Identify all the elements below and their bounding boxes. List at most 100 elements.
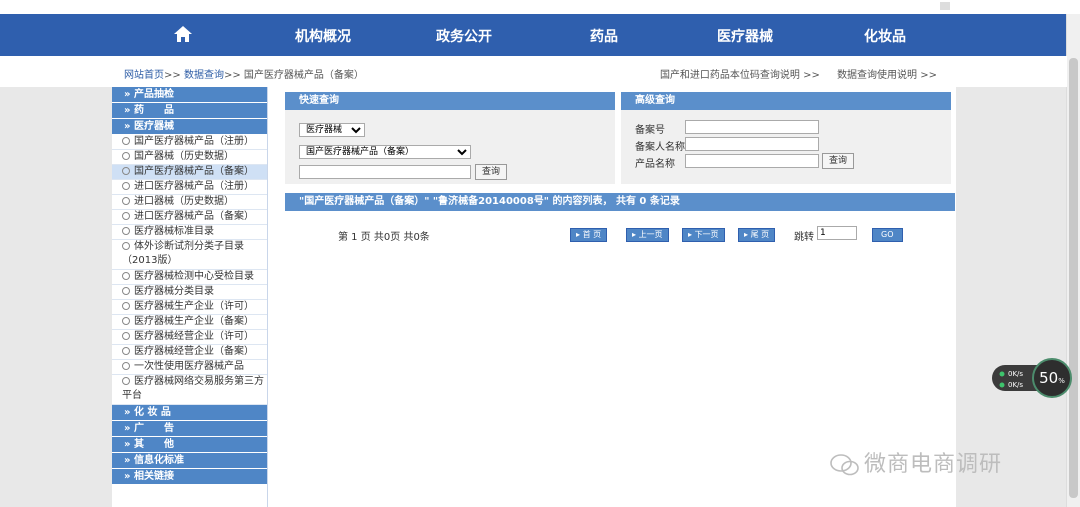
advanced-search-panel: 备案号 备案人名称 产品名称 查询 [621,110,951,184]
bullet-icon [122,242,130,250]
main-area: 快速查询 医疗器械 国产医疗器械产品（备案） 查询 高级查询 备案号 备案人名称… [282,87,956,507]
sidebar-item-label: 医疗器械经营企业（许可） [134,331,254,342]
quick-search-panel: 医疗器械 国产医疗器械产品（备案） 查询 [285,110,615,184]
content-page: » 产品抽检 » 药 品 » 医疗器械 国产医疗器械产品（注册） 国产器械（历史… [112,87,956,507]
bullet-icon [122,347,130,355]
product-name-input[interactable] [685,154,819,168]
quick-search-button[interactable]: 查询 [475,164,508,180]
applicant-name-input[interactable] [685,137,819,151]
jump-label: 跳转 [794,232,814,243]
sidebar-item-label: 进口医疗器械产品（注册） [134,181,254,192]
sidebar-item[interactable]: 医疗器械生产企业（许可） [112,300,267,315]
sidebar-item[interactable]: 国产医疗器械产品（注册） [112,135,267,150]
sidebar-item-label: 国产医疗器械产品（备案） [134,166,254,177]
help-link-usage[interactable]: 数据查询使用说明 >> [837,70,937,81]
first-page-button[interactable]: ▸ 首 页 [570,228,608,242]
advanced-search-title: 高级查询 [621,92,951,110]
nav-item-zhengwu[interactable]: 政务公开 [436,26,492,46]
sidebar-item[interactable]: 进口医疗器械产品（注册） [112,180,267,195]
sidebar-cat-huazhuangpin[interactable]: » 化 妆 品 [112,405,267,421]
sidebar-item[interactable]: 进口医疗器械产品（备案） [112,210,267,225]
network-speed-widget[interactable]: 0K/s 0K/s 50% [992,358,1076,398]
sidebar-item-label: 医疗器械生产企业（许可） [134,301,254,312]
nav-item-qixie[interactable]: 医疗器械 [717,26,773,46]
last-page-button[interactable]: ▸ 尾 页 [738,228,776,242]
record-number-input[interactable] [685,120,819,134]
sidebar-item-label: 国产器械（历史数据） [134,151,234,162]
sidebar-item[interactable]: 医疗器械经营企业（备案） [112,345,267,360]
upload-speed: 0K/s [1008,370,1024,378]
help-link-benweima[interactable]: 国产和进口药品本位码查询说明 >> [660,70,820,81]
breadcrumb: 网站首页>> 数据查询>> 国产医疗器械产品（备案） [124,66,364,81]
sidebar-item-label: 医疗器械网络交易服务第三方平台 [122,376,264,401]
sidebar-item[interactable]: 进口器械（历史数据） [112,195,267,210]
sidebar-item-label: 体外诊断试剂分类子目录（2013版） [122,241,244,266]
home-icon[interactable] [172,24,194,44]
next-page-button[interactable]: ▸ 下一页 [682,228,725,242]
sidebar-item-label: 一次性使用医疗器械产品 [134,361,244,372]
results-header: "国产医疗器械产品（备案）" "鲁济械备20140008号" 的内容列表， 共有… [285,193,955,211]
breadcrumb-current: 国产医疗器械产品（备案） [243,70,364,81]
watermark-text: 微商电商调研 [864,452,1003,477]
bullet-icon [122,182,130,190]
database-select[interactable]: 国产医疗器械产品（备案） [299,145,471,159]
nav-item-huazhuangpin[interactable]: 化妆品 [864,26,906,46]
next-page-label: 下一页 [694,230,719,239]
sidebar-cat-yaopin[interactable]: » 药 品 [112,103,267,119]
bullet-icon [122,152,130,160]
first-page-label: 首 页 [582,230,602,239]
bullet-icon [122,377,130,385]
sidebar-item[interactable]: 医疗器械检测中心受检目录 [112,270,267,285]
download-dot-icon [999,382,1005,388]
pager-summary: 第 1 页 共0页 共0条 [338,232,430,243]
bullet-icon [122,317,130,325]
bullet-icon [122,197,130,205]
sidebar-item[interactable]: 医疗器械分类目录 [112,285,267,300]
sidebar-item[interactable]: 国产器械（历史数据） [112,150,267,165]
upload-dot-icon [999,371,1005,377]
sidebar-cat-xinxihua[interactable]: » 信息化标准 [112,453,267,469]
sidebar-item-active[interactable]: 国产医疗器械产品（备案） [112,165,267,180]
quick-search-title: 快速查询 [285,92,615,110]
breadcrumb-query-link[interactable]: 数据查询 [184,70,224,81]
sidebar-item[interactable]: 体外诊断试剂分类子目录（2013版） [112,240,267,270]
quick-search-input[interactable] [299,165,471,179]
bullet-icon [122,332,130,340]
bullet-icon [122,287,130,295]
scrollbar-thumb[interactable] [1069,58,1078,498]
download-speed: 0K/s [1008,381,1024,389]
advanced-search-button[interactable]: 查询 [822,153,855,169]
sidebar-item[interactable]: 医疗器械生产企业（备案） [112,315,267,330]
sidebar-item[interactable]: 医疗器械经营企业（许可） [112,330,267,345]
sidebar-item-label: 进口医疗器械产品（备案） [134,211,254,222]
nav-item-yaopin[interactable]: 药品 [590,26,618,46]
sidebar-item-label: 医疗器械标准目录 [134,226,214,237]
sidebar-item[interactable]: 医疗器械网络交易服务第三方平台 [112,375,267,405]
sidebar-cat-qixie[interactable]: » 医疗器械 [112,119,267,135]
memory-usage-circle: 50% [1032,358,1072,398]
memory-usage-percent: 50 [1039,369,1059,387]
breadcrumb-home-link[interactable]: 网站首页 [124,70,164,81]
nav-item-jigou[interactable]: 机构概况 [295,26,351,46]
sidebar-item-label: 医疗器械分类目录 [134,286,214,297]
bullet-icon [122,167,130,175]
bullet-icon [122,212,130,220]
category-select[interactable]: 医疗器械 [299,123,365,137]
sidebar-cat-guanggao[interactable]: » 广 告 [112,421,267,437]
product-name-label: 产品名称 [635,159,675,170]
prev-page-button[interactable]: ▸ 上一页 [626,228,669,242]
sidebar-cat-lianjie[interactable]: » 相关链接 [112,469,267,485]
sidebar-cat-choujian[interactable]: » 产品抽检 [112,87,267,103]
breadcrumb-bar: 网站首页>> 数据查询>> 国产医疗器械产品（备案） 国产和进口药品本位码查询说… [0,56,1067,87]
record-number-label: 备案号 [635,125,665,136]
applicant-name-label: 备案人名称 [635,142,685,153]
wechat-icon [830,454,859,476]
vertical-scrollbar[interactable] [1066,14,1080,507]
bullet-icon [122,137,130,145]
sidebar-item[interactable]: 一次性使用医疗器械产品 [112,360,267,375]
sidebar-item[interactable]: 医疗器械标准目录 [112,225,267,240]
sidebar-cat-qita[interactable]: » 其 他 [112,437,267,453]
bullet-icon [122,302,130,310]
jump-page-input[interactable] [817,226,857,240]
go-button[interactable]: GO [872,228,903,242]
